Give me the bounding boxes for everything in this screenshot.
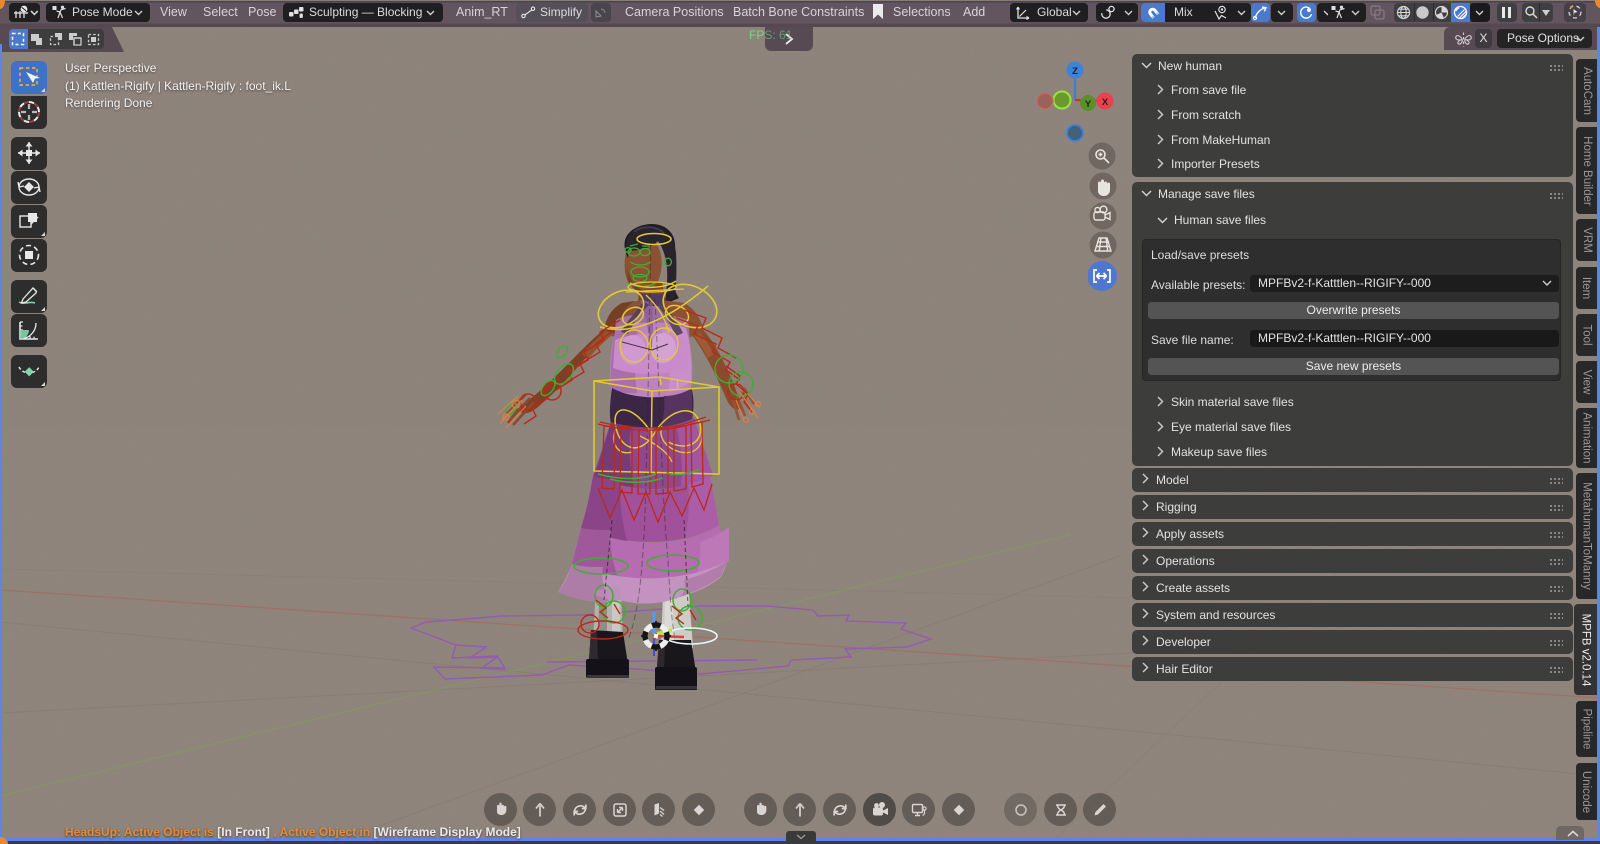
svg-text:X: X	[1102, 97, 1109, 108]
svg-text:Z: Z	[1072, 66, 1078, 77]
svg-text:Y: Y	[1085, 99, 1092, 110]
